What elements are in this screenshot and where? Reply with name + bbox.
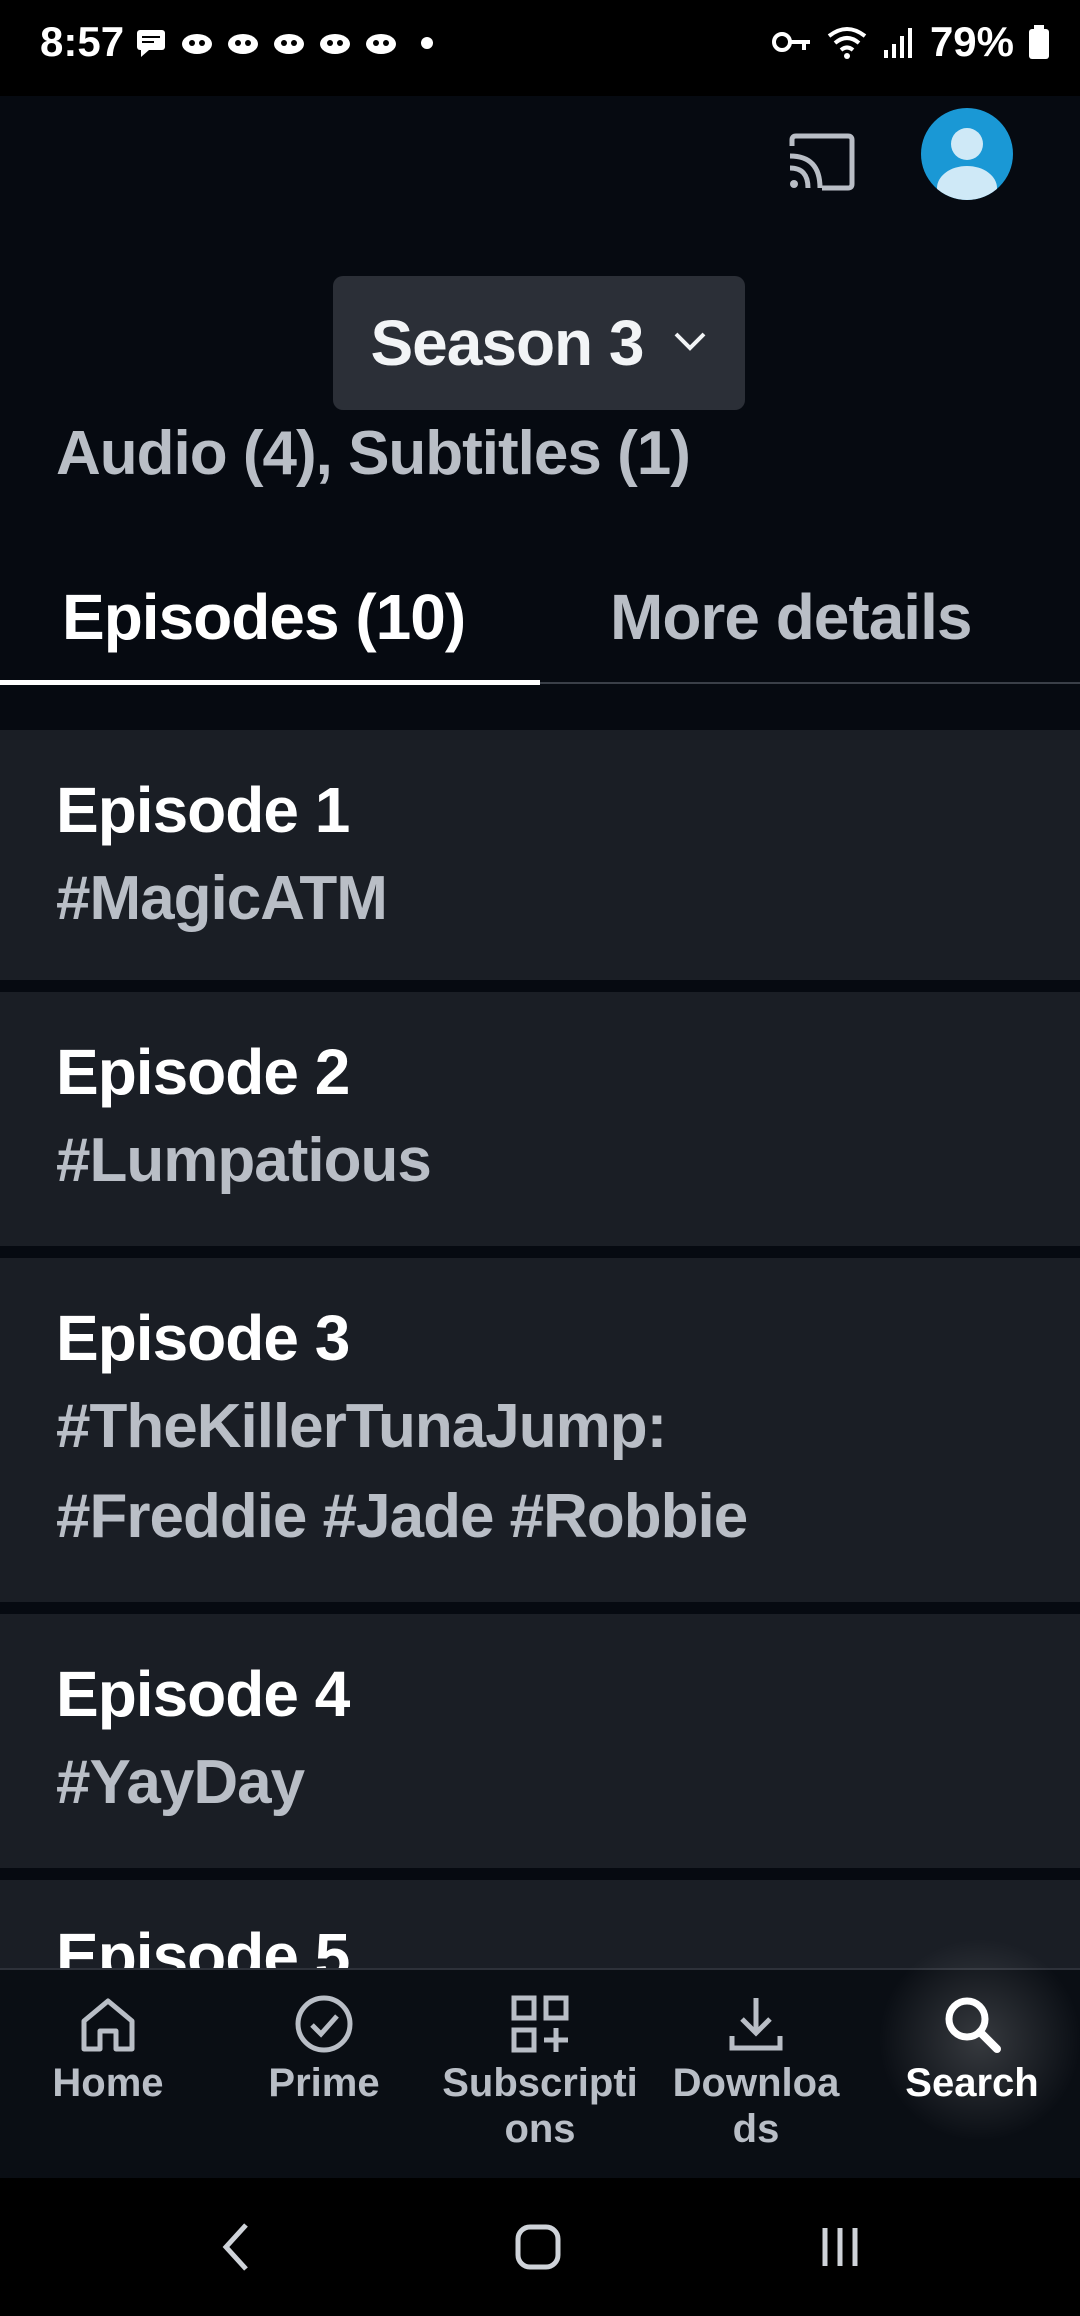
nav-label: Downloads [672,2061,840,2151]
episode-description: #MagicATM [56,864,388,933]
recent-apps-icon[interactable] [800,2212,880,2282]
episode-title: Episode 4 [56,1658,350,1730]
header [0,96,1080,306]
episode-title: Episode 5 [56,1920,350,1968]
episode-description: #Lumpatious [56,1126,432,1195]
audio-subtitles-info: Audio (4), Subtitles (1) [56,419,691,488]
tab-more-details[interactable]: More details [610,580,972,654]
back-icon[interactable] [196,2212,276,2282]
profile-avatar-icon[interactable] [921,108,1013,200]
status-right: 79% [771,18,1050,66]
episode-card[interactable]: Episode 3 #TheKillerTunaJump: #Freddie #… [0,1258,1080,1602]
episode-card[interactable]: Episode 2 #Lumpatious [0,992,1080,1246]
episode-description: #TheKillerTunaJump: #Freddie #Jade #Robb… [56,1392,748,1551]
home-system-icon[interactable] [498,2212,578,2282]
vpn-key-icon [771,30,812,54]
episode-list: Episode 1 #MagicATM Episode 2 #Lumpatiou… [0,730,1080,1968]
nav-subscriptions[interactable]: Subscriptions [432,1988,648,2152]
wifi-icon [826,24,868,60]
subscriptions-icon [432,1988,648,2060]
signal-icon [882,26,916,58]
nav-search[interactable]: Search [864,1988,1080,2106]
chevron-down-icon [672,329,708,358]
nav-label: Search [905,2061,1039,2105]
episode-title: Episode 2 [56,1036,350,1108]
download-icon [648,1988,864,2060]
cloud-icon [364,26,398,60]
tab-bar: Episodes (10) More details [0,560,1080,685]
season-label: Season 3 [370,307,644,379]
battery-icon [1028,25,1050,59]
cloud-icon [226,26,260,60]
episode-title: Episode 1 [56,774,350,846]
nav-label: Home [52,2061,164,2105]
notification-icons [134,26,444,60]
message-icon [134,26,168,60]
check-circle-icon [216,1988,432,2060]
home-icon [0,1988,216,2060]
cast-icon[interactable] [780,122,860,202]
cloud-icon [318,26,352,60]
status-bar: 8:57 79% [0,0,1080,96]
system-navigation [0,2178,1080,2316]
episode-description: #YayDay [56,1748,305,1817]
episode-title: Episode 3 [56,1302,350,1374]
episode-card[interactable]: Episode 4 #YayDay [0,1614,1080,1868]
season-selector[interactable]: Season 3 [333,276,745,410]
nav-label: Subscriptions [442,2061,638,2151]
cloud-icon [272,26,306,60]
dot-icon [410,26,444,60]
search-icon [864,1988,1080,2060]
status-time: 8:57 [40,18,125,65]
nav-downloads[interactable]: Downloads [648,1988,864,2152]
tab-episodes[interactable]: Episodes (10) [62,580,466,654]
nav-prime[interactable]: Prime [216,1988,432,2106]
bottom-navigation: Home Prime Subscriptions Downloads Searc… [0,1930,1080,2180]
battery-percent: 79% [929,18,1014,65]
episode-card[interactable]: Episode 1 #MagicATM [0,730,1080,980]
nav-label: Prime [268,2061,380,2105]
cloud-icon [180,26,214,60]
nav-home[interactable]: Home [0,1988,216,2106]
active-tab-indicator [0,680,540,685]
